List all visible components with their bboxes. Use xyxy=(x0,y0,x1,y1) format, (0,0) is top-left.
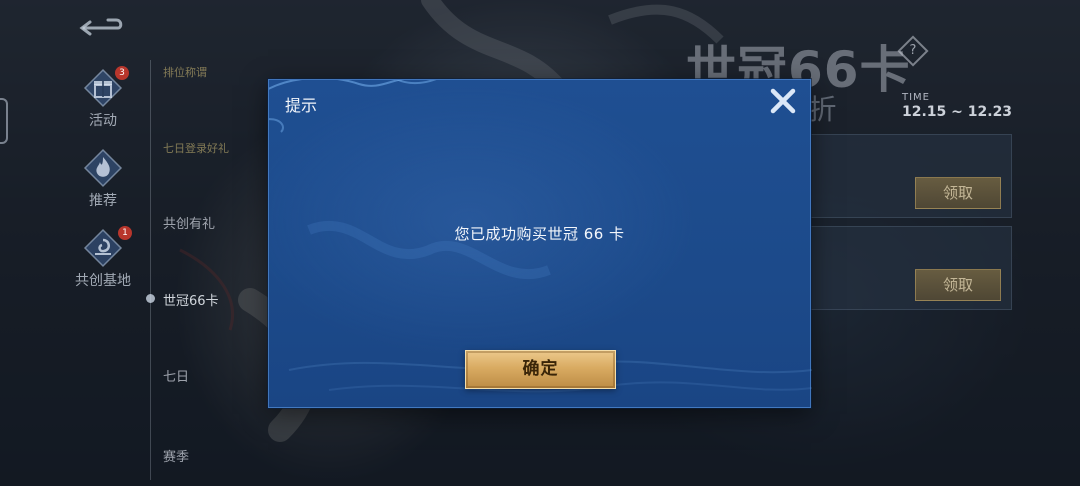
tab-label: 活动 xyxy=(89,113,117,129)
claim-button[interactable]: 领取 xyxy=(915,269,1001,301)
list-item[interactable]: 七日 xyxy=(163,366,283,387)
purchase-success-dialog: 提示 您已成功购买世冠 66 卡 确定 xyxy=(268,79,812,408)
tab-label: 推荐 xyxy=(89,193,117,209)
flame-icon xyxy=(83,148,123,188)
time-range: 12.15 ~ 12.23 xyxy=(902,104,1013,120)
time-label: TIME xyxy=(902,92,931,103)
list-item[interactable]: 排位称谓 xyxy=(163,62,283,80)
dialog-message: 您已成功购买世冠 66 卡 xyxy=(454,225,625,243)
list-item[interactable]: 七日登录好礼 xyxy=(163,138,283,156)
spiral-icon xyxy=(83,228,123,268)
dialog-title: 提示 xyxy=(285,96,318,115)
list-item[interactable]: 世冠66卡 xyxy=(163,290,283,311)
tab-badge: 3 xyxy=(115,66,129,80)
list-item[interactable]: 共创有礼 xyxy=(163,213,283,234)
activity-timeline xyxy=(150,60,151,480)
tab-recommend[interactable]: 推荐 xyxy=(75,148,131,210)
close-icon[interactable] xyxy=(768,86,798,116)
confirm-button[interactable]: 确定 xyxy=(465,350,616,389)
list-item[interactable]: 赛季 xyxy=(163,446,283,467)
tab-label: 共创基地 xyxy=(75,273,131,289)
claim-button[interactable]: 领取 xyxy=(915,177,1001,209)
side-collapse-handle[interactable] xyxy=(0,98,8,144)
tab-activity[interactable]: 3 活动 xyxy=(75,66,131,130)
selected-activity-dot xyxy=(146,294,155,303)
back-arrow-icon[interactable] xyxy=(78,14,124,36)
tab-badge: 1 xyxy=(118,226,132,240)
tab-cocreate-base[interactable]: 1 共创基地 xyxy=(72,226,134,290)
